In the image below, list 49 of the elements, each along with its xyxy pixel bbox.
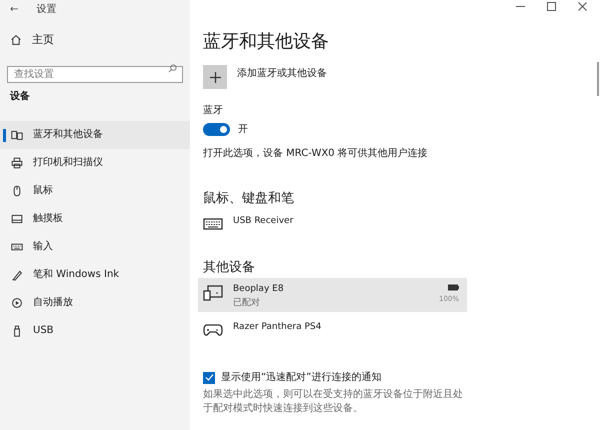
device-name: Razer Panthera PS4	[233, 321, 322, 334]
nav-item[interactable]: 自动播放	[0, 288, 190, 316]
device-item[interactable]: Razer Panthera PS4	[198, 316, 467, 350]
checkbox[interactable]	[203, 372, 215, 384]
battery-icon	[448, 284, 459, 291]
touchpad-icon	[11, 212, 23, 224]
keyboard-icon	[203, 216, 223, 230]
nav-item[interactable]: 蓝牙和其他设备	[0, 120, 190, 148]
back-button[interactable]: ←	[10, 2, 18, 16]
devices-icon	[203, 285, 223, 301]
device-item[interactable]: USB Receiver	[198, 210, 467, 244]
device-name: USB Receiver	[233, 214, 294, 228]
add-device-link[interactable]: 添加蓝牙或其他设备	[237, 66, 327, 81]
toggle-switch[interactable]	[203, 123, 230, 136]
mouse-icon	[11, 184, 23, 196]
nav-item[interactable]: 笔和 Windows Ink	[0, 260, 190, 288]
search-field[interactable]: 查找设置	[7, 66, 183, 82]
play-circle-icon	[11, 296, 23, 308]
home-link[interactable]: 主页	[10, 32, 54, 48]
window-title: 设置	[36, 2, 56, 16]
usb-icon	[11, 324, 23, 336]
nav-item[interactable]: 触摸板	[0, 204, 190, 232]
add-device-button[interactable]	[203, 65, 227, 89]
plus-icon	[210, 72, 220, 82]
page-title: 蓝牙和其他设备	[203, 30, 329, 54]
gamepad-icon	[203, 323, 223, 337]
checkbox-label: 显示使用“迅速配对”进行连接的通知	[221, 370, 382, 385]
device-name: Beoplay E8	[233, 283, 284, 296]
toggle-state: 开	[238, 123, 248, 137]
description-text: 如果选中此选项，则可以在受支持的蓝牙设备位于附近且处于配对模式时快速连接到这些设备。	[203, 388, 464, 416]
section-heading: 设备	[10, 90, 30, 104]
keyboard-icon	[11, 240, 23, 252]
section-heading: 鼠标、键盘和笔	[203, 190, 294, 208]
close-icon[interactable]	[578, 2, 587, 11]
section-heading: 其他设备	[203, 258, 255, 276]
nav-item[interactable]: USB	[0, 316, 190, 344]
bluetooth-note: 打开此选项，设备 MRC-WX0 将可供其他用户连接	[203, 146, 428, 161]
devices-icon	[11, 128, 23, 140]
nav-item[interactable]: 输入	[0, 232, 190, 260]
toggle-label: 蓝牙	[203, 104, 223, 118]
printer-icon	[11, 156, 23, 168]
search-icon	[168, 64, 177, 72]
nav-item[interactable]: 鼠标	[0, 176, 190, 204]
pen-icon	[11, 268, 23, 280]
nav-item[interactable]: 打印机和扫描仪	[0, 148, 190, 176]
home-icon	[10, 34, 22, 46]
scrollbar-thumb[interactable]	[597, 62, 599, 96]
maximize-icon[interactable]	[547, 2, 556, 11]
device-status: 已配对	[233, 296, 261, 310]
